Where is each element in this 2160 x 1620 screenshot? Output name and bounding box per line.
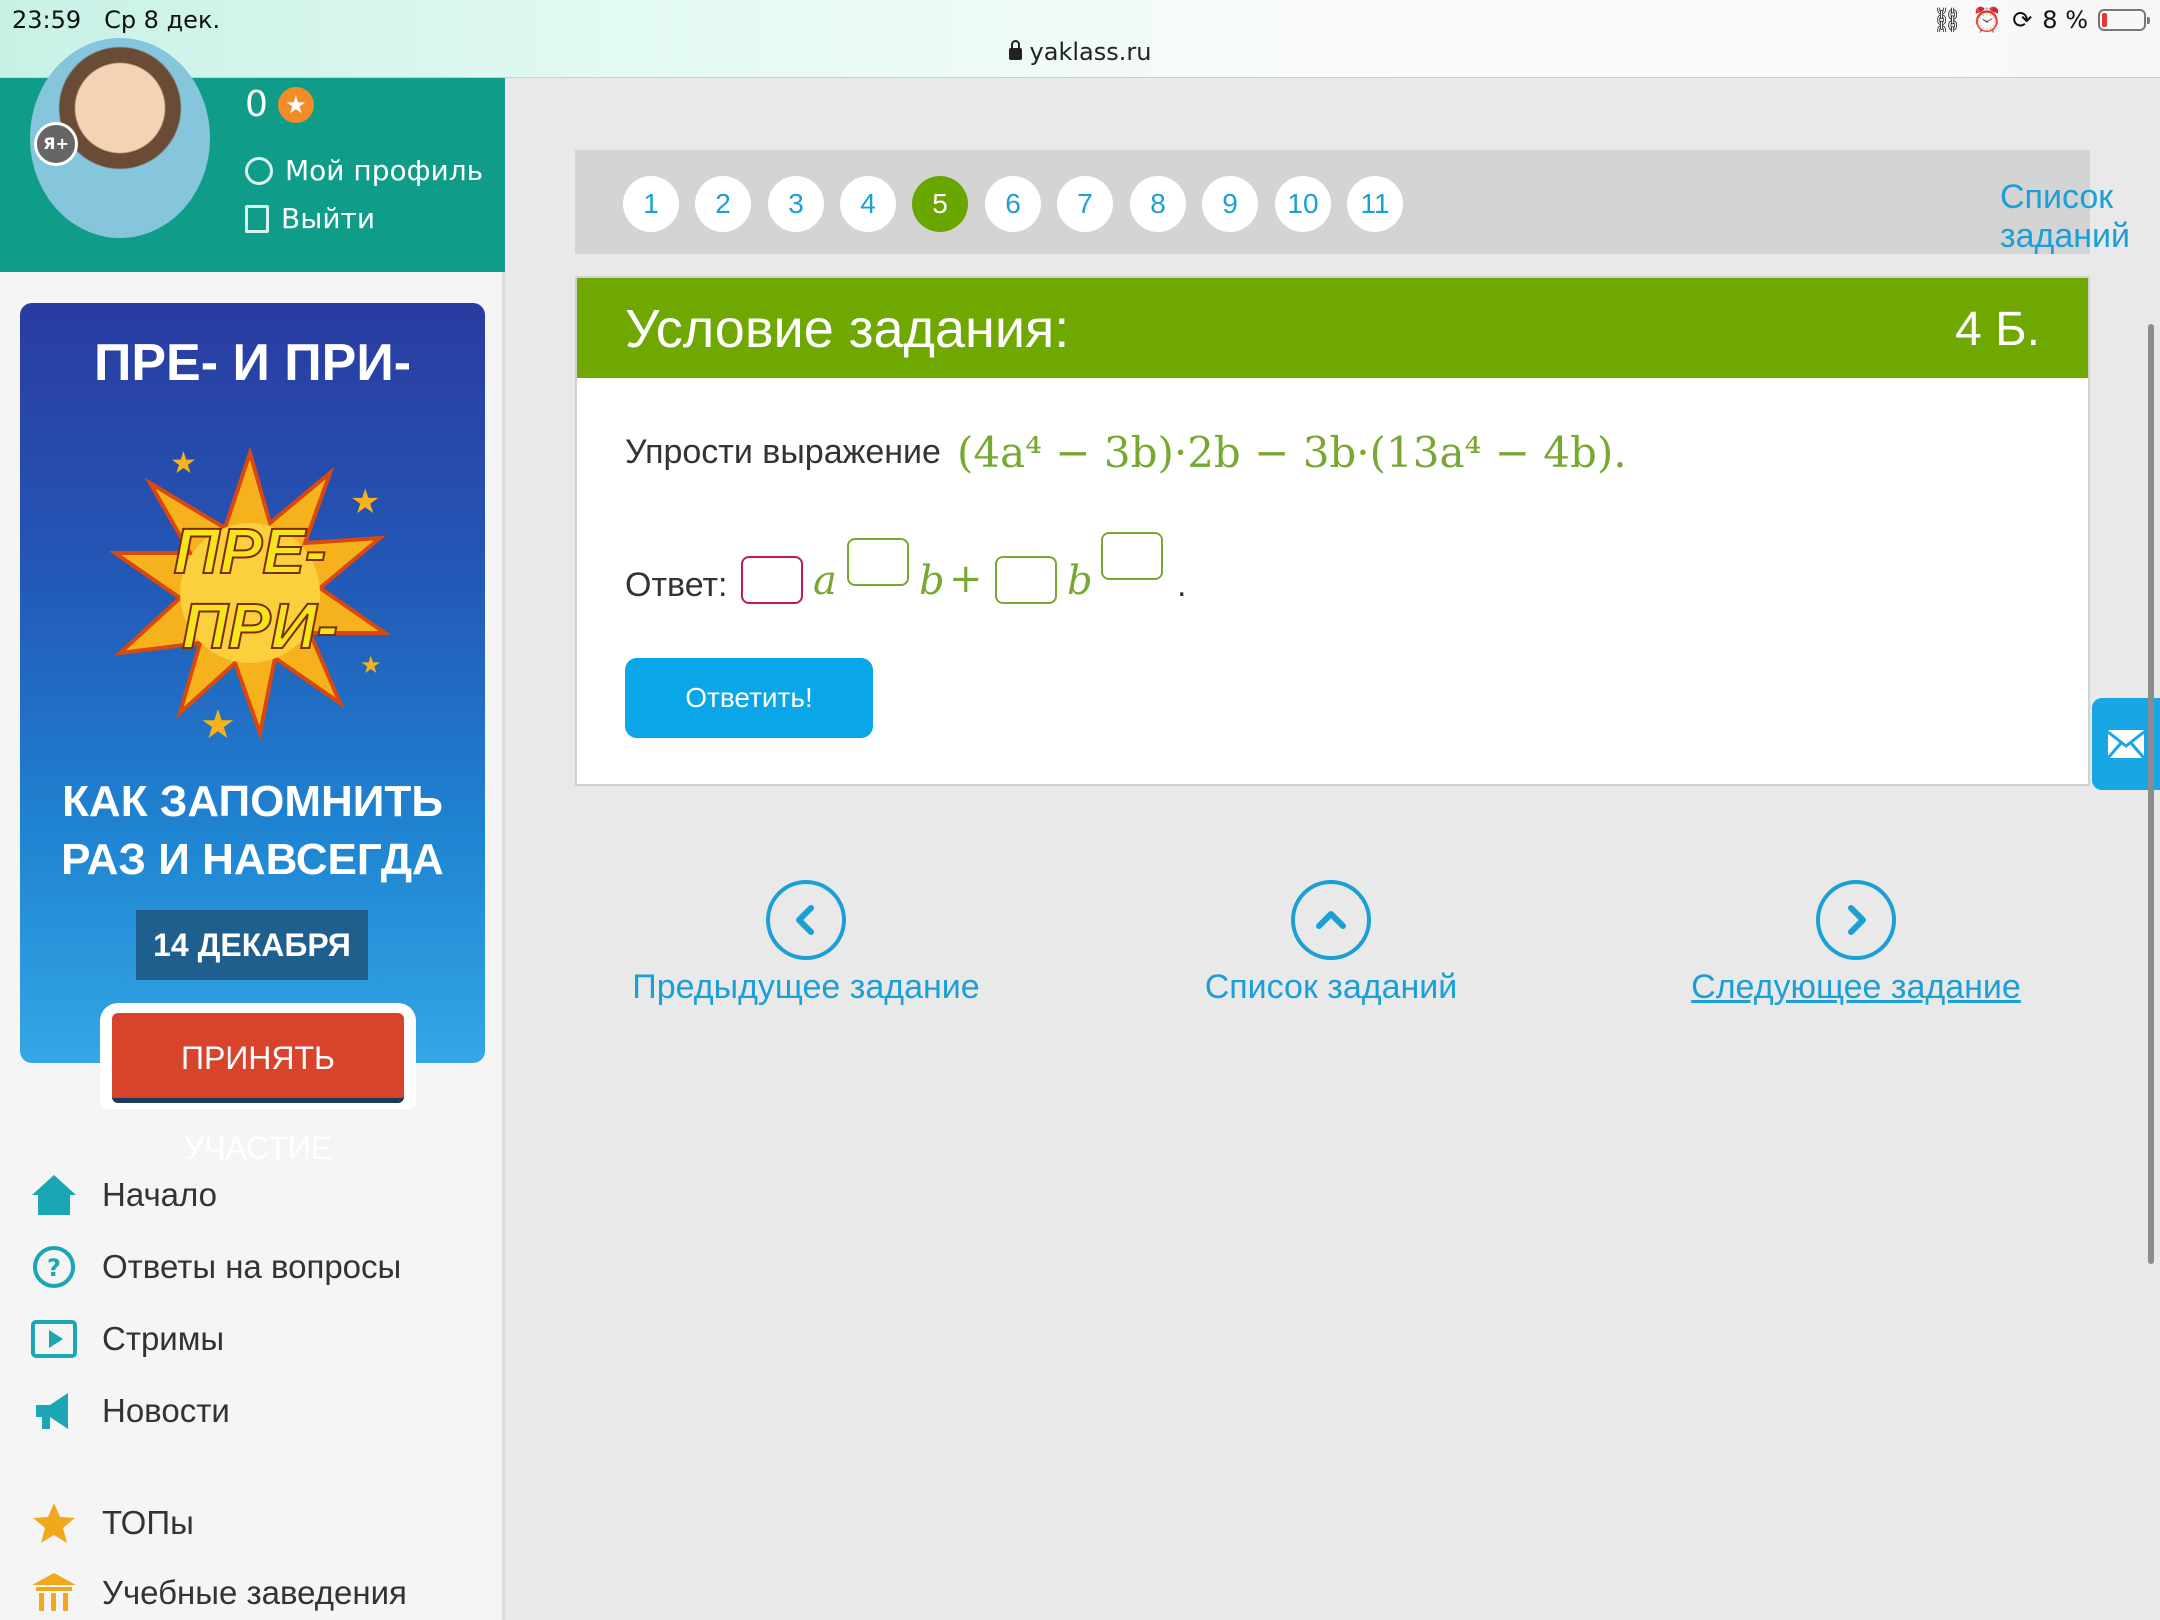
- chevron-left-icon: [766, 880, 846, 960]
- alarm-icon: ⏰: [1972, 6, 2003, 34]
- task-card: Условие задания: 4 Б. Упрости выражение …: [575, 276, 2090, 786]
- page-10[interactable]: 10: [1275, 176, 1331, 232]
- nav-item-schools[interactable]: Учебные заведения: [30, 1571, 407, 1615]
- prev-task-link[interactable]: Предыдущее задание: [556, 880, 1056, 1007]
- battery-icon: [2098, 9, 2150, 31]
- nav-item-home[interactable]: Начало: [30, 1173, 217, 1217]
- door-icon: [245, 204, 269, 233]
- nav-item-news[interactable]: Новости: [30, 1389, 230, 1433]
- answer-row: Ответ: a b + b .: [625, 532, 2025, 634]
- participate-label: ПРИНЯТЬ УЧАСТИЕ: [112, 1013, 404, 1166]
- logout-label: Выйти: [281, 202, 376, 235]
- my-profile-label: Мой профиль: [285, 154, 484, 187]
- promo-banner[interactable]: ПРЕ- И ПРИ- ПРЕ- ПРИ- ★ ★ ★ ★ КАК ЗАПОМН…: [20, 303, 485, 1166]
- banner-subtitle-line2: РАЗ И НАВСЕГДА: [61, 835, 444, 884]
- var-b: b: [1067, 558, 1093, 604]
- task-pager: 1 2 3 4 5 6 7 8 9 10 11 Список заданий: [575, 150, 2130, 255]
- task-header: Условие задания: 4 Б.: [577, 278, 2088, 378]
- star-deco-icon: ★: [200, 702, 236, 743]
- nav-item-answers[interactable]: ? Ответы на вопросы: [30, 1245, 401, 1289]
- answer-input-exp1[interactable]: [847, 538, 909, 586]
- date: Ср 8 дек.: [104, 6, 221, 34]
- clock: 23:59: [12, 6, 82, 34]
- score-value: 0: [245, 84, 268, 125]
- page-5[interactable]: 5: [912, 176, 968, 232]
- burst-text-top: ПРЕ-: [174, 515, 327, 587]
- page-7[interactable]: 7: [1057, 176, 1113, 232]
- nav-item-tops[interactable]: ТОПы: [30, 1501, 194, 1545]
- banner-title: ПРЕ- И ПРИ-: [93, 334, 412, 392]
- star-icon: [33, 1503, 75, 1543]
- page-6[interactable]: 6: [985, 176, 1041, 232]
- page-8[interactable]: 8: [1130, 176, 1186, 232]
- page-1[interactable]: 1: [623, 176, 679, 232]
- status-time: 23:59 Ср 8 дек.: [12, 6, 220, 34]
- megaphone-icon: [36, 1393, 68, 1429]
- star-deco-icon: ★: [350, 482, 380, 522]
- task-list-bottom-link[interactable]: Список заданий: [1081, 880, 1581, 1007]
- banner-date: 14 ДЕКАБРЯ: [136, 910, 368, 980]
- nav-label: ТОПы: [102, 1504, 194, 1541]
- page-9[interactable]: 9: [1202, 176, 1258, 232]
- page-11[interactable]: 11: [1347, 176, 1403, 232]
- comic-burst-icon: ПРЕ- ПРИ- ★ ★ ★ ★: [110, 446, 390, 743]
- question-icon: ?: [33, 1246, 75, 1288]
- burst-text-bottom: ПРИ-: [182, 590, 338, 662]
- prev-task-label: Предыдущее задание: [632, 968, 980, 1006]
- math-formula: (4a⁴ − 3b)·2b − 3b·(13a⁴ − 4b).: [956, 428, 1627, 477]
- chevron-right-icon: [1816, 880, 1896, 960]
- nav-label: Учебные заведения: [102, 1574, 407, 1611]
- banner-subtitle-line1: КАК ЗАПОМНИТЬ: [62, 777, 443, 826]
- mail-icon: [2107, 730, 2145, 759]
- nav-label: Стримы: [102, 1320, 225, 1357]
- end-dot: .: [1177, 566, 1187, 604]
- star-icon: ★: [277, 86, 314, 123]
- svg-text:?: ?: [47, 1254, 61, 1282]
- answer-input-exp2[interactable]: [1101, 532, 1163, 580]
- scrollbar[interactable]: [2148, 324, 2154, 1264]
- page-4[interactable]: 4: [840, 176, 896, 232]
- score: 0 ★: [245, 84, 314, 125]
- participate-button[interactable]: ПРИНЯТЬ УЧАСТИЕ: [100, 1003, 416, 1166]
- my-profile-link[interactable]: Мой профиль: [245, 154, 483, 187]
- rotation-lock-icon: ⟳: [2012, 6, 2033, 34]
- nav-label: Ответы на вопросы: [102, 1248, 402, 1285]
- answer-input-coef1[interactable]: [741, 556, 803, 604]
- chevron-up-icon: [1291, 880, 1371, 960]
- plus-sign: +: [949, 556, 983, 602]
- nav-item-streams[interactable]: Стримы: [30, 1317, 224, 1361]
- nav-label: Начало: [102, 1176, 217, 1213]
- page-3[interactable]: 3: [768, 176, 824, 232]
- banner-subtitle: КАК ЗАПОМНИТЬ РАЗ И НАВСЕГДА: [20, 773, 485, 889]
- sidebar: Я+ 0 ★ Мой профиль Выйти ПРЕ- И ПРИ- ПРЕ…: [0, 38, 505, 1620]
- logout-link[interactable]: Выйти: [245, 202, 375, 235]
- var-b: b: [919, 558, 945, 604]
- status-icons: ⛓ ⏰ ⟳ 8 %: [1931, 6, 2150, 34]
- submit-answer-button[interactable]: Ответить!: [625, 658, 873, 738]
- answer-input-coef2[interactable]: [995, 556, 1057, 604]
- task-points: 4 Б.: [1955, 303, 2040, 356]
- play-icon: [31, 1320, 77, 1358]
- page-title-cutoff: [610, 56, 1510, 86]
- profile-panel: Я+ 0 ★ Мой профиль Выйти: [0, 38, 505, 272]
- task-title: Условие задания:: [625, 299, 1070, 359]
- next-task-link[interactable]: Следующее задание: [1606, 880, 2106, 1007]
- star-deco-icon: ★: [170, 446, 197, 481]
- var-a: a: [813, 558, 837, 604]
- task-statement: Упрости выражение (4a⁴ − 3b)·2b − 3b·(13…: [625, 428, 1627, 477]
- user-icon: [245, 156, 273, 185]
- nav-label: Новости: [102, 1392, 230, 1429]
- task-prompt: Упрости выражение: [625, 433, 941, 471]
- answer-label: Ответ:: [625, 566, 728, 604]
- yaplus-badge: Я+: [34, 122, 78, 166]
- task-list-bottom-label: Список заданий: [1204, 968, 1458, 1006]
- page-2[interactable]: 2: [695, 176, 751, 232]
- star-deco-icon: ★: [360, 651, 382, 679]
- battery-percent: 8 %: [2042, 6, 2088, 34]
- building-icon: [32, 1573, 76, 1611]
- task-list-link[interactable]: Список заданий: [2000, 178, 2130, 256]
- next-task-label: Следующее задание: [1691, 968, 2021, 1006]
- home-icon: [32, 1175, 76, 1215]
- link-icon: ⛓: [1931, 6, 1963, 34]
